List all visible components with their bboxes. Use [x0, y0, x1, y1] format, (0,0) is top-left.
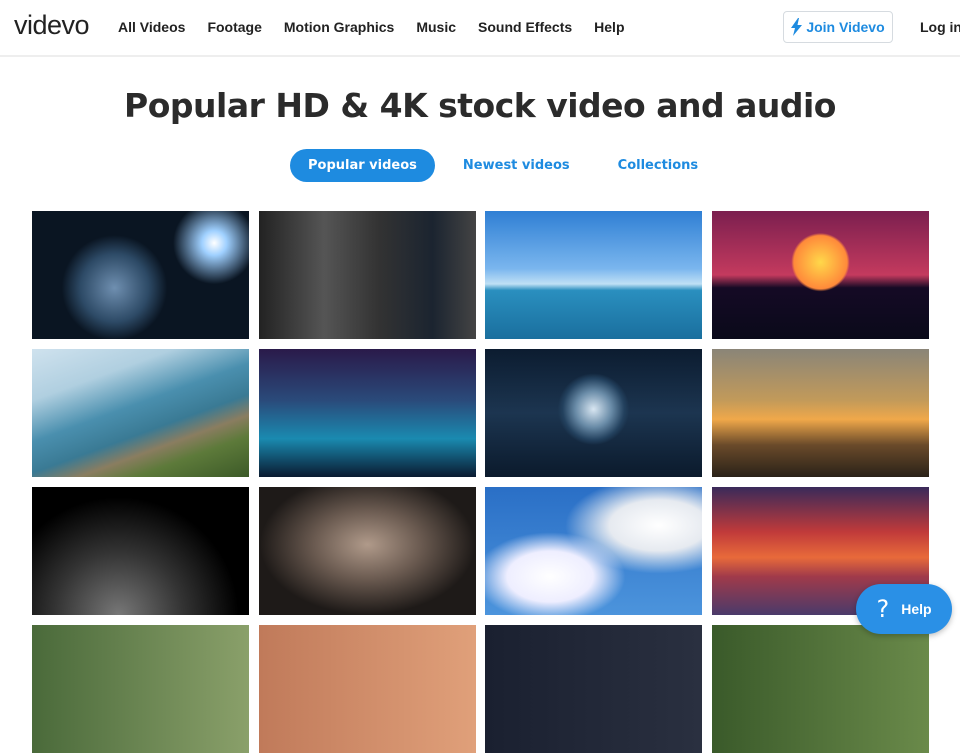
join-label: Join Videvo [806, 19, 885, 35]
nav-footage[interactable]: Footage [207, 19, 261, 35]
video-thumbnail[interactable] [258, 625, 476, 753]
video-thumbnail[interactable] [258, 487, 476, 615]
video-thumbnail[interactable] [32, 349, 249, 477]
videvo-logo[interactable]: videvo [14, 10, 90, 41]
video-thumbnail[interactable] [258, 349, 476, 477]
tab-popular-videos[interactable]: Popular videos [290, 149, 435, 182]
video-thumbnail[interactable] [485, 349, 702, 477]
lightning-icon [791, 18, 803, 36]
join-videvo-button[interactable]: Join Videvo [783, 11, 893, 43]
video-thumbnail[interactable] [711, 349, 929, 477]
nav-motion-graphics[interactable]: Motion Graphics [284, 19, 394, 35]
top-nav: videvo All Videos Footage Motion Graphic… [0, 0, 960, 57]
page-title: Popular HD & 4K stock video and audio [124, 86, 836, 125]
tab-newest-videos[interactable]: Newest videos [447, 149, 586, 182]
video-thumbnail[interactable] [485, 211, 702, 339]
nav-all-videos[interactable]: All Videos [118, 19, 185, 35]
video-thumbnail[interactable] [485, 487, 702, 615]
video-thumbnail[interactable] [32, 487, 249, 615]
video-thumbnail[interactable] [32, 625, 249, 753]
video-thumbnail[interactable] [32, 211, 249, 339]
tab-collections[interactable]: Collections [602, 149, 715, 182]
video-grid [32, 211, 929, 753]
nav-help[interactable]: Help [594, 19, 624, 35]
question-icon: ? [876, 595, 890, 623]
help-button[interactable]: ? Help [856, 584, 952, 634]
video-thumbnail[interactable] [711, 625, 929, 753]
video-tabs: Popular videos Newest videos Collections [290, 149, 714, 182]
video-thumbnail[interactable] [711, 211, 929, 339]
nav-music[interactable]: Music [416, 19, 456, 35]
login-link[interactable]: Log in [920, 19, 960, 35]
video-thumbnail[interactable] [258, 211, 476, 339]
nav-sound-effects[interactable]: Sound Effects [478, 19, 572, 35]
nav-links: All Videos Footage Motion Graphics Music… [118, 19, 647, 35]
video-thumbnail[interactable] [485, 625, 702, 753]
help-label: Help [901, 601, 932, 617]
